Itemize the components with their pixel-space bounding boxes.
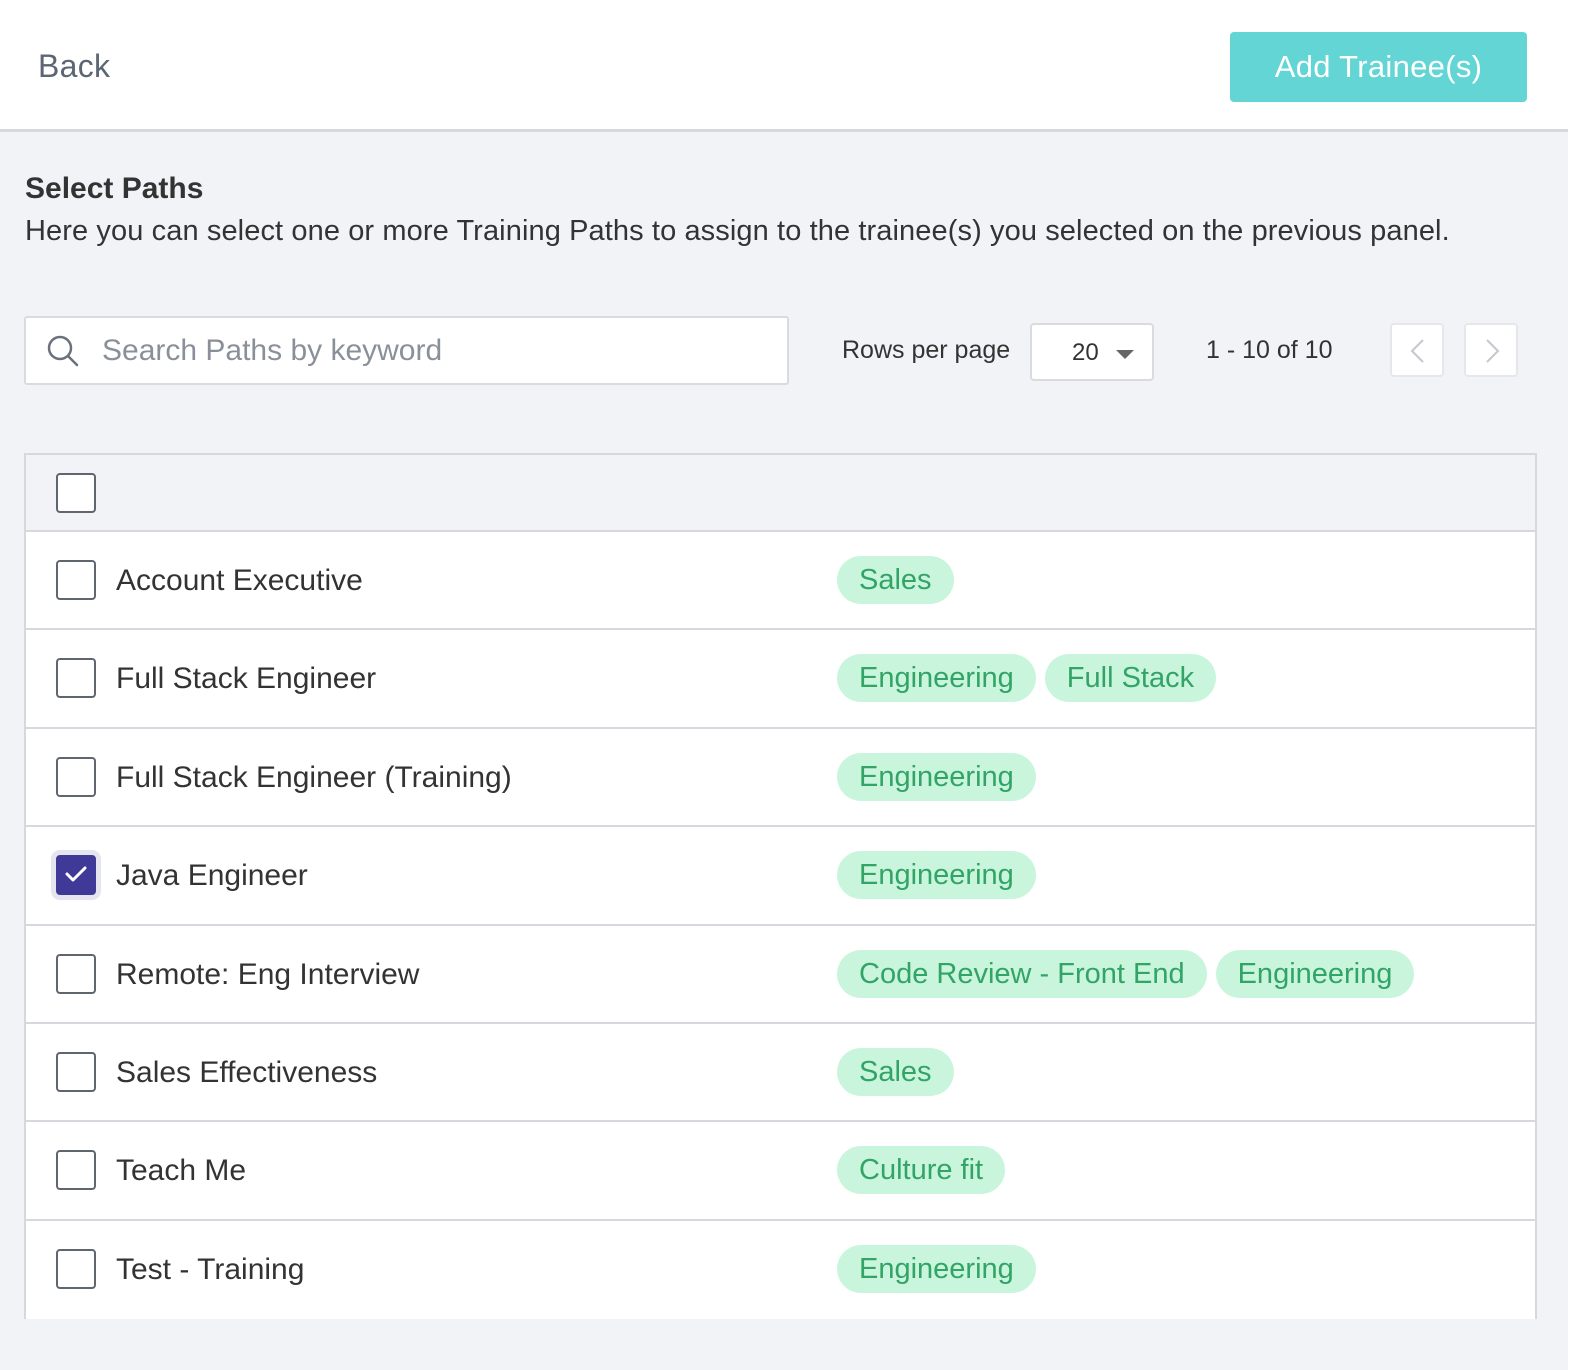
path-name: Remote: Eng Interview — [116, 957, 420, 991]
table-row[interactable]: Full Stack Engineer Engineering Full Stack — [26, 630, 1535, 729]
top-bar: Back Add Trainee(s) — [0, 0, 1568, 132]
select-all-checkbox[interactable] — [56, 473, 96, 513]
path-name: Test - Training — [116, 1252, 305, 1286]
row-checkbox[interactable] — [56, 756, 96, 797]
table-row[interactable]: Teach Me Culture fit — [26, 1122, 1535, 1221]
path-tags: Engineering — [837, 851, 1036, 900]
bottom-area — [0, 1320, 1568, 1370]
caret-down-icon — [1116, 350, 1134, 359]
row-checkbox[interactable] — [56, 560, 96, 600]
tag-badge: Sales — [837, 1048, 954, 1096]
path-name: Teach Me — [116, 1154, 247, 1188]
tag-badge: Culture fit — [837, 1146, 1006, 1195]
table-row[interactable]: Java Engineer Engineering — [26, 827, 1535, 926]
table-row[interactable]: Sales Effectiveness Sales — [26, 1024, 1535, 1123]
pagination-range: 1 - 10 of 10 — [1206, 336, 1333, 364]
row-checkbox[interactable] — [56, 953, 96, 994]
tag-badge: Engineering — [837, 752, 1036, 801]
path-name: Full Stack Engineer — [116, 662, 377, 696]
tag-badge: Engineering — [837, 654, 1036, 703]
path-tags: Code Review - Front End Engineering — [837, 949, 1415, 998]
path-name: Full Stack Engineer (Training) — [116, 760, 512, 794]
path-tags: Engineering — [837, 752, 1036, 801]
next-page-button[interactable] — [1464, 323, 1518, 377]
rows-per-page-label: Rows per page — [842, 336, 1011, 364]
chevron-right-icon — [1486, 339, 1500, 363]
table-row[interactable]: Account Executive Sales — [26, 532, 1535, 631]
path-tags: Sales — [837, 556, 954, 604]
tag-badge: Code Review - Front End — [837, 949, 1207, 998]
path-tags: Engineering Full Stack — [837, 654, 1217, 703]
row-checkbox[interactable] — [56, 658, 96, 699]
right-edge — [1568, 0, 1594, 1370]
path-name: Account Executive — [116, 564, 363, 597]
path-name: Java Engineer — [116, 859, 308, 893]
table-header — [26, 455, 1535, 532]
search-box[interactable] — [24, 316, 789, 385]
rows-per-page-select[interactable]: 20 — [1030, 323, 1154, 381]
path-tags: Engineering — [837, 1244, 1036, 1293]
tag-badge: Sales — [837, 556, 954, 604]
table-row[interactable]: Remote: Eng Interview Code Review - Front… — [26, 925, 1535, 1024]
rows-per-page-value: 20 — [1072, 339, 1099, 366]
tag-badge: Engineering — [837, 1244, 1036, 1293]
table-row[interactable]: Test - Training Engineering — [26, 1220, 1535, 1320]
paths-table: Account Executive Sales Full Stack Enginee… — [24, 453, 1537, 1320]
back-link[interactable]: Back — [38, 48, 110, 85]
add-trainees-button[interactable]: Add Trainee(s) — [1230, 32, 1527, 102]
row-checkbox[interactable] — [56, 1150, 96, 1191]
row-checkbox[interactable] — [56, 1248, 96, 1289]
row-checkbox[interactable] — [56, 855, 96, 896]
table-row[interactable]: Full Stack Engineer (Training) Engineerin… — [26, 728, 1535, 828]
section-description: Here you can select one or more Training… — [25, 215, 1450, 247]
row-checkbox[interactable] — [56, 1052, 96, 1092]
previous-page-button[interactable] — [1390, 323, 1444, 377]
tag-badge: Engineering — [837, 851, 1036, 900]
path-tags: Sales — [837, 1048, 954, 1096]
path-name: Sales Effectiveness — [116, 1056, 378, 1089]
tag-badge: Engineering — [1215, 949, 1415, 998]
search-input[interactable] — [102, 330, 762, 372]
tag-badge: Full Stack — [1044, 654, 1217, 703]
checkmark-icon — [65, 866, 87, 882]
path-tags: Culture fit — [837, 1146, 1006, 1195]
search-icon — [46, 334, 80, 368]
section-title: Select Paths — [25, 172, 204, 205]
chevron-left-icon — [1410, 339, 1424, 363]
